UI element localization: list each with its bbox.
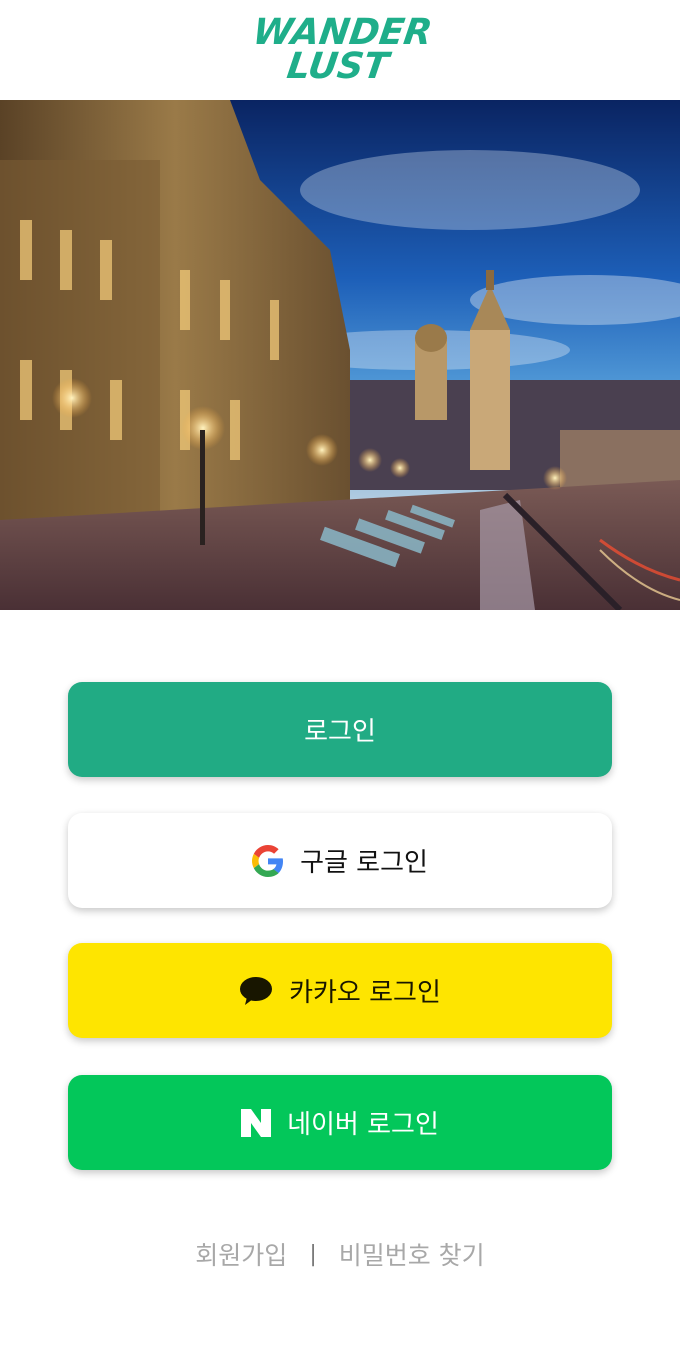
footer-links: 회원가입 | 비밀번호 찾기	[0, 1232, 680, 1276]
logo-line-2: LUST	[284, 46, 391, 87]
google-icon	[252, 844, 284, 877]
hero-image	[0, 100, 680, 610]
hero-illustration	[0, 100, 680, 610]
wanderlust-logo: WANDER LUST	[250, 8, 434, 92]
kakao-login-button[interactable]: 카카오 로그인	[68, 943, 612, 1038]
logo-line-1: WANDER	[250, 12, 435, 53]
footer-separator: |	[309, 1241, 317, 1267]
google-login-button[interactable]: 구글 로그인	[68, 813, 612, 908]
naver-login-label: 네이버 로그인	[287, 1110, 439, 1140]
google-login-label: 구글 로그인	[300, 848, 428, 878]
kakao-login-label: 카카오 로그인	[289, 978, 441, 1008]
app-header: WANDER LUST	[0, 0, 680, 100]
naver-icon	[241, 1108, 272, 1137]
login-button[interactable]: 로그인	[68, 682, 612, 777]
login-button-label: 로그인	[304, 717, 376, 747]
naver-login-button[interactable]: 네이버 로그인	[68, 1075, 612, 1170]
signup-link[interactable]: 회원가입	[195, 1236, 287, 1272]
kakao-chat-icon	[239, 976, 273, 1006]
find-password-link[interactable]: 비밀번호 찾기	[339, 1236, 485, 1272]
